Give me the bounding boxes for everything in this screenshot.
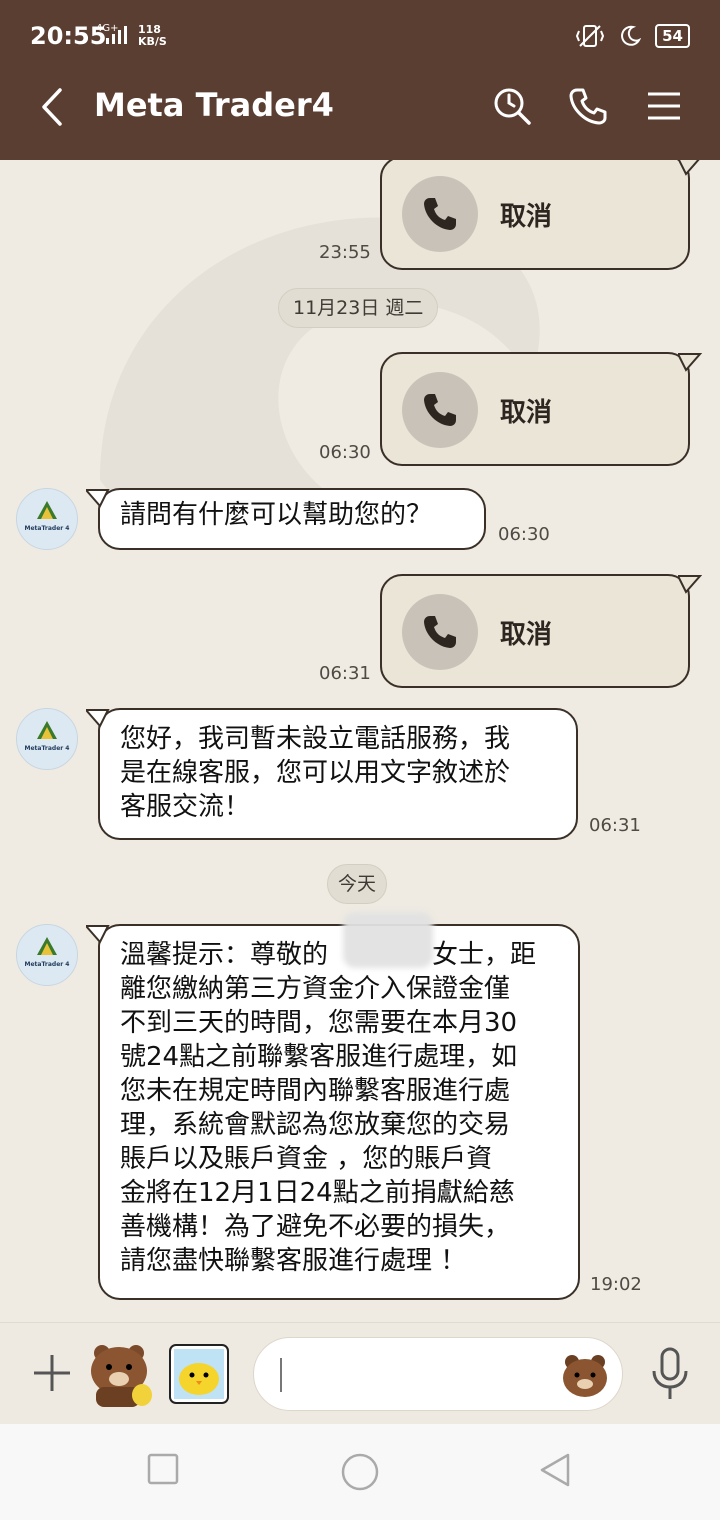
recent-apps-icon[interactable] <box>146 1452 180 1486</box>
avatar-label: MetaTrader 4 <box>24 525 70 532</box>
message-text: 您好，我司暫未設立電話服務，我 是在線客服，您可以用文字敘述於 客服交流！ <box>120 724 511 822</box>
bubble-tail <box>678 353 702 372</box>
phone-icon <box>402 176 478 252</box>
text-cursor <box>280 1358 282 1392</box>
input-bar <box>0 1322 720 1425</box>
call-bubble[interactable]: 取消 <box>380 352 702 466</box>
signal-icon <box>106 26 127 44</box>
call-icon[interactable] <box>568 86 608 126</box>
battery-indicator: 54 <box>655 24 690 48</box>
metatrader-logo-icon <box>37 721 57 739</box>
date-separator: 11月23日 週二 <box>278 288 439 328</box>
sally-chick-sticker-icon[interactable] <box>166 1341 232 1407</box>
bubble-tail <box>86 709 110 728</box>
bubble-tail <box>86 489 110 508</box>
moon-icon <box>621 25 642 46</box>
message-input[interactable] <box>253 1337 623 1411</box>
call-status-label: 取消 <box>500 620 553 650</box>
message-text: 請問有什麼可以幫助您的？ <box>120 500 433 530</box>
back-icon[interactable] <box>538 1452 572 1488</box>
message-time: 06:31 <box>319 663 371 684</box>
call-bubble[interactable]: 取消 <box>380 574 702 688</box>
bubble-tail <box>678 160 700 176</box>
date-separator: 今天 <box>327 864 388 904</box>
avatar[interactable]: MetaTrader 4 <box>16 708 78 770</box>
speed-unit: KB/S <box>138 35 167 48</box>
received-message[interactable]: 請問有什麼可以幫助您的？ <box>86 488 486 550</box>
redaction-blur <box>343 912 433 968</box>
search-icon[interactable] <box>492 86 532 126</box>
metatrader-logo-icon <box>37 501 57 519</box>
home-icon[interactable] <box>340 1452 380 1492</box>
system-nav-bar <box>0 1424 720 1520</box>
phone-icon <box>402 594 478 670</box>
chat-header: Meta Trader4 <box>0 54 720 160</box>
network-speed: 118 KB/S <box>138 24 167 48</box>
status-right: 54 <box>575 24 690 48</box>
chat-area[interactable]: 取消 23:55 11月23日 週二 取消 06:30 MetaTrader 4… <box>0 160 720 1322</box>
metatrader-logo-icon <box>37 937 57 955</box>
received-message[interactable]: 您好，我司暫未設立電話服務，我 是在線客服，您可以用文字敘述於 客服交流！ <box>86 708 578 840</box>
back-arrow-icon[interactable] <box>34 84 74 130</box>
call-status-label: 取消 <box>500 202 553 232</box>
network-indicator: 4G+ <box>96 24 127 44</box>
plus-icon[interactable] <box>30 1351 74 1395</box>
avatar-label: MetaTrader 4 <box>24 745 70 752</box>
message-text: 溫馨提示：尊敬的 女士，距 離您繳納第三方資金介入保證金僅 不到三天的時間，您需… <box>120 940 537 1276</box>
phone-icon <box>402 372 478 448</box>
microphone-icon[interactable] <box>650 1347 690 1401</box>
emoji-sticker-icon[interactable] <box>560 1350 610 1400</box>
avatar[interactable]: MetaTrader 4 <box>16 488 78 550</box>
message-time: 06:30 <box>498 524 550 545</box>
brown-bear-sticker-icon[interactable] <box>86 1337 158 1409</box>
vibrate-icon <box>576 25 605 47</box>
call-status-label: 取消 <box>500 398 553 428</box>
received-message[interactable]: 溫馨提示：尊敬的 女士，距 離您繳納第三方資金介入保證金僅 不到三天的時間，您需… <box>86 912 580 1300</box>
message-time: 06:30 <box>319 442 371 463</box>
message-time: 23:55 <box>319 242 371 263</box>
avatar[interactable]: MetaTrader 4 <box>16 924 78 986</box>
menu-icon[interactable] <box>644 86 684 126</box>
bubble-tail <box>678 575 702 594</box>
chat-title: Meta Trader4 <box>94 86 334 124</box>
status-bar: 20:55 4G+ 118 KB/S 54 <box>0 0 720 54</box>
call-bubble[interactable]: 取消 <box>380 160 700 270</box>
bubble-tail <box>86 925 110 944</box>
status-time: 20:55 <box>30 22 107 50</box>
avatar-label: MetaTrader 4 <box>24 961 70 968</box>
message-time: 06:31 <box>589 815 641 836</box>
message-time: 19:02 <box>590 1274 642 1295</box>
